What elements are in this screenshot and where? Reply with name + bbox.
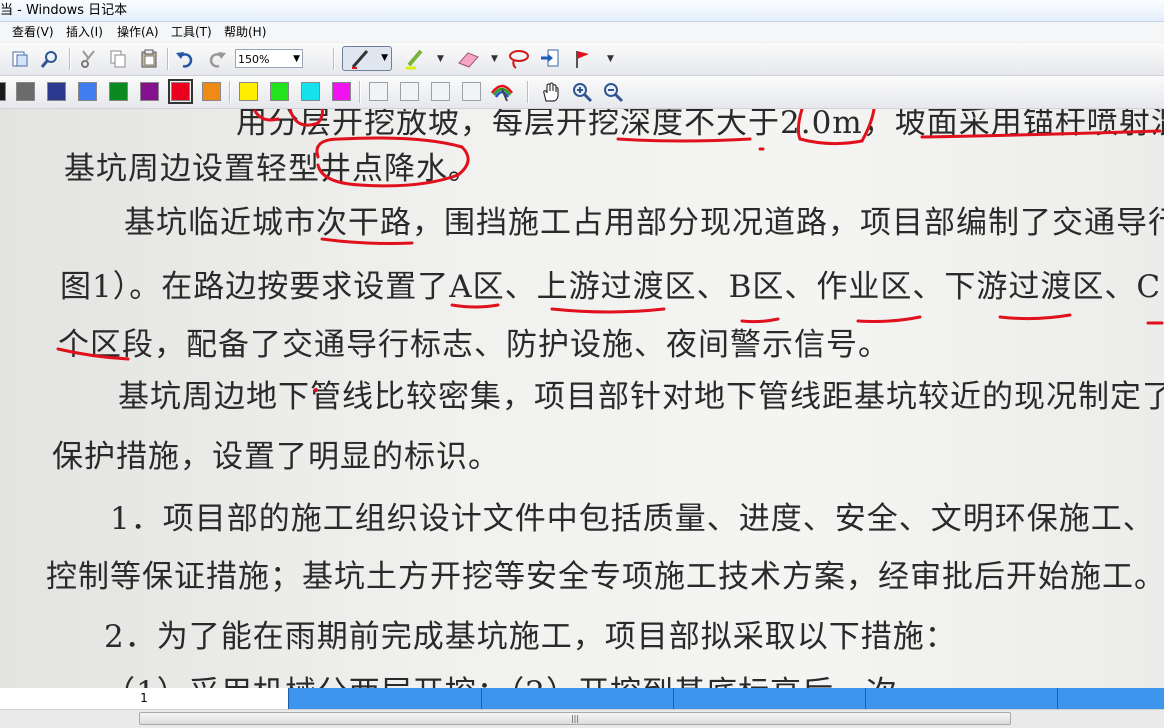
text-line: 基坑临近城市次干路，围挡施工占用部分现况道路，项目部编制了交通导行图 [124,205,1164,241]
color-swatch-gray[interactable] [16,82,35,101]
standard-toolbar: 150% ▼ ▼ ▼ ▼ ▼ [0,43,1164,76]
pen-tool-button[interactable]: ▼ [342,46,392,71]
color-swatch-yellow[interactable] [239,82,258,101]
pen-icon [349,48,371,74]
page-tab[interactable] [673,688,865,709]
zoom-value: 150% [238,53,270,66]
text-line: 基坑周边设置轻型井点降水。 [64,151,480,187]
page-tab[interactable] [865,688,1057,709]
text-line: 2．为了能在雨期前完成基坑施工，项目部拟采取以下措施： [104,619,957,655]
redo-icon[interactable] [205,47,229,71]
custom-pen-slot[interactable] [462,82,481,101]
menu-help[interactable]: 帮助(H) [222,22,268,42]
chevron-down-icon[interactable]: ▼ [491,47,498,71]
color-swatch-purple[interactable] [140,82,159,101]
undo-icon[interactable] [173,47,197,71]
zoom-out-icon[interactable] [601,80,625,104]
copy-icon[interactable] [106,47,130,71]
page-number: 1 [0,688,289,709]
pen-settings-icon[interactable] [490,80,514,104]
text-line: 图1）。在路边按要求设置了A区、上游过渡区、B区、作业区、下游过渡区、C [60,269,1162,305]
page-tab[interactable] [288,688,481,709]
chevron-down-icon[interactable]: ▼ [381,47,388,70]
window-title: 当 - Windows 日记本 [0,3,128,18]
page-tab[interactable] [481,688,673,709]
color-swatch-green[interactable] [109,82,128,101]
insert-space-icon[interactable] [538,47,562,71]
text-line: 控制等保证措施；基坑土方开挖等安全专项施工技术方案，经审批后开始施工。 [46,559,1164,595]
color-swatch-red[interactable] [168,79,193,104]
text-line: 基坑周边地下管线比较密集，项目部针对地下管线距基坑较近的现况制定了 [118,379,1164,415]
zoom-in-icon[interactable] [570,80,594,104]
lasso-select-icon[interactable] [507,47,531,71]
color-swatch-cyan[interactable] [301,82,320,101]
color-swatch-lime[interactable] [270,82,289,101]
note-canvas[interactable]: 用分层开挖放坡，每层开挖深度不大于2.0m，坡面采用锚杆喷射混凝土 基坑周边设置… [0,109,1164,688]
highlighter-icon[interactable] [403,47,427,71]
page-bar: 1 [0,688,1164,709]
text-line: 个区段，配备了交通导行标志、防护设施、夜间警示信号。 [58,327,890,363]
scrollbar-thumb[interactable]: ||| [139,712,1011,725]
custom-pen-slot[interactable] [369,82,388,101]
menu-insert[interactable]: 插入(I) [64,22,105,42]
title-bar: 当 - Windows 日记本 [0,0,1164,22]
zoom-select[interactable]: 150% ▼ [235,49,303,68]
menu-tools[interactable]: 工具(T) [169,22,214,42]
horizontal-scrollbar[interactable]: ||| [0,709,1164,728]
chevron-down-icon: ▼ [293,54,300,64]
cut-icon[interactable] [77,47,101,71]
flag-icon[interactable] [571,47,595,71]
color-swatch-black[interactable] [0,82,6,101]
menu-view[interactable]: 查看(V) [10,22,56,42]
color-swatch-magenta[interactable] [332,82,351,101]
text-line: 1．项目部的施工组织设计文件中包括质量、进度、安全、文明环保施工、 [110,501,1155,537]
text-line: （1）采用机械分两层开挖；（2）开挖到基底标高后一次 [104,667,898,688]
pan-hand-icon[interactable] [539,80,563,104]
chevron-down-icon[interactable]: ▼ [607,47,614,71]
text-line: 保护措施，设置了明显的标识。 [52,439,500,475]
text-line: 用分层开挖放坡，每层开挖深度不大于2.0m，坡面采用锚杆喷射混凝土 [236,109,1164,141]
paste-icon[interactable] [137,47,161,71]
find-icon[interactable] [38,47,62,71]
pen-palette-toolbar [0,76,1164,109]
page-tab[interactable] [1057,688,1164,709]
eraser-icon[interactable] [456,47,480,71]
color-swatch-dark-blue[interactable] [47,82,66,101]
color-swatch-blue[interactable] [78,82,97,101]
custom-pen-slot[interactable] [431,82,450,101]
menu-actions[interactable]: 操作(A) [115,22,161,42]
color-swatch-orange[interactable] [202,82,221,101]
chevron-down-icon[interactable]: ▼ [437,47,444,71]
menu-bar: 查看(V) 插入(I) 操作(A) 工具(T) 帮助(H) [0,22,1164,42]
custom-pen-slot[interactable] [400,82,419,101]
page-setup-icon[interactable] [8,47,32,71]
